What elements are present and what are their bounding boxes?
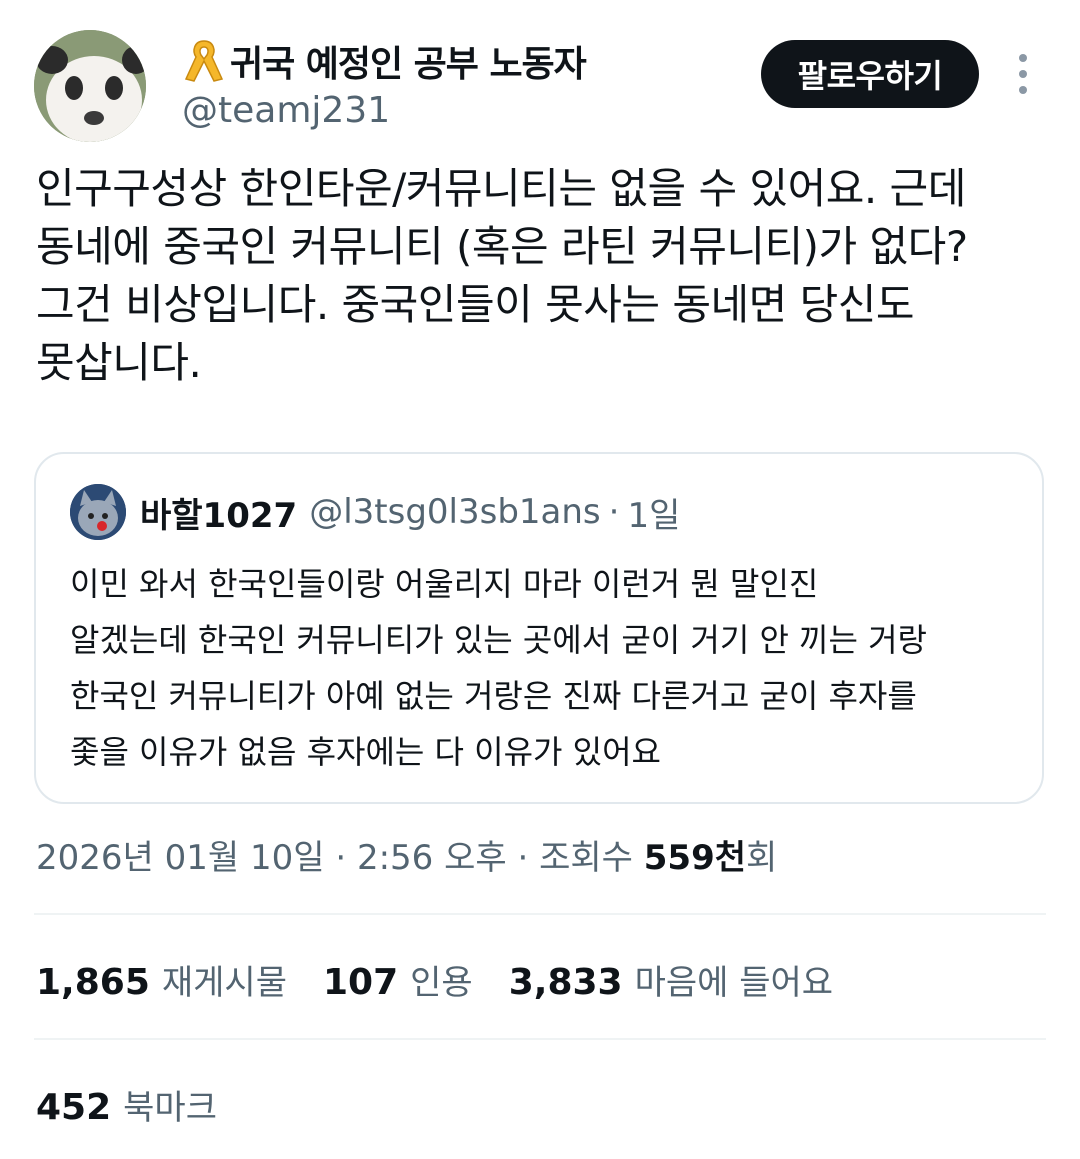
author-display-name[interactable]: 귀국 예정인 공부 노동자 <box>230 35 587 87</box>
quotes-count: 107 <box>323 962 399 1003</box>
cat-avatar-icon <box>70 484 126 540</box>
quote-separator: · <box>608 492 620 532</box>
panda-avatar-icon <box>34 30 146 142</box>
divider <box>34 1038 1046 1040</box>
yellow-ribbon-icon <box>184 40 224 82</box>
views-label: 조회수 <box>539 838 644 878</box>
meta-separator: · <box>506 838 540 878</box>
tweet-header: 귀국 예정인 공부 노동자 @teamj231 팔로우하기 <box>0 0 1080 150</box>
follow-button[interactable]: 팔로우하기 <box>761 40 979 108</box>
reposts-label: 재게시물 <box>161 963 287 1003</box>
reposts-count: 1,865 <box>36 962 150 1003</box>
quote-tweet-card[interactable]: 바할1027 @l3tsg0l3sb1ans · 1일 이민 와서 한국인들이랑… <box>34 452 1044 804</box>
reposts-stat[interactable]: 1,865 재게시물 <box>36 955 287 1004</box>
tweet-date[interactable]: 2026년 01월 10일 <box>36 838 325 878</box>
quote-timestamp[interactable]: 1일 <box>627 488 680 537</box>
quotes-label: 인용 <box>410 963 473 1003</box>
quote-author-handle[interactable]: @l3tsg0l3sb1ans <box>309 492 600 532</box>
views-suffix: 회 <box>746 838 778 878</box>
author-handle[interactable]: @teamj231 <box>182 90 586 131</box>
likes-stat[interactable]: 3,833 마음에 들어요 <box>509 955 833 1004</box>
tweet-text: 인구구성상 한인타운/커뮤니티는 없을 수 있어요. 근데 동네에 중국인 커뮤… <box>36 164 968 387</box>
author-block: 귀국 예정인 공부 노동자 @teamj231 <box>182 35 587 131</box>
engagement-stats: 1,865 재게시물 107 인용 3,833 마음에 들어요 <box>36 955 869 1004</box>
views-count: 559천 <box>643 838 747 878</box>
meta-separator: · <box>324 838 357 878</box>
bookmarks-count: 452 <box>36 1087 112 1128</box>
tweet-meta: 2026년 01월 10일 · 2:56 오후 · 조회수 559천회 <box>36 830 777 879</box>
likes-label: 마음에 들어요 <box>634 963 834 1003</box>
more-vertical-icon[interactable] <box>1010 54 1036 94</box>
quote-author-name[interactable]: 바할1027 <box>140 488 297 537</box>
quote-author-avatar <box>70 484 126 540</box>
likes-count: 3,833 <box>508 962 623 1003</box>
tweet-time[interactable]: 2:56 오후 <box>357 838 507 878</box>
quotes-stat[interactable]: 107 인용 <box>323 955 473 1004</box>
divider <box>34 913 1046 915</box>
bookmarks-label: 북마크 <box>123 1088 217 1128</box>
quote-text: 이민 와서 한국인들이랑 어울리지 마라 이런거 뭔 말인진 알겠는데 한국인 … <box>70 565 927 771</box>
bookmarks-stat[interactable]: 452 북마크 <box>36 1080 217 1129</box>
quote-header: 바할1027 @l3tsg0l3sb1ans · 1일 <box>70 484 680 540</box>
author-avatar[interactable] <box>34 30 146 142</box>
